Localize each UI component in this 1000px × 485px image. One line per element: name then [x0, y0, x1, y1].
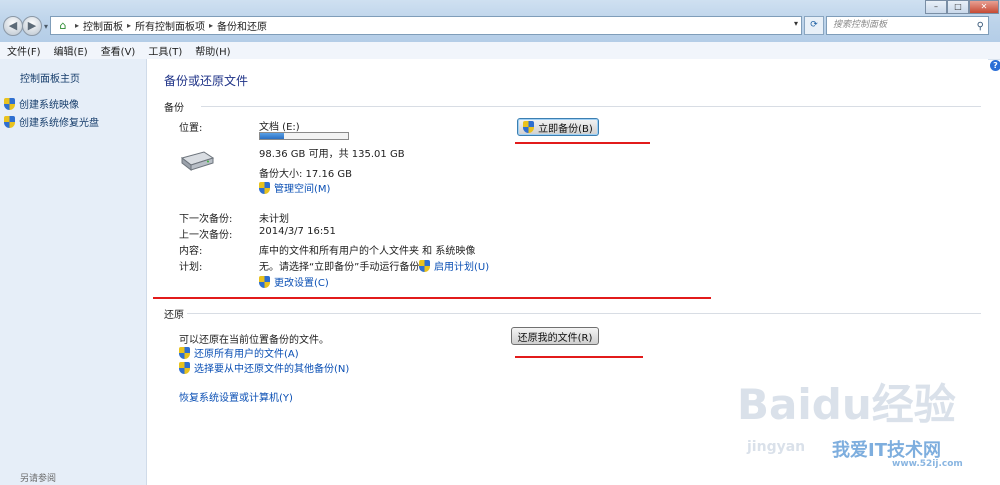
section-divider [201, 106, 981, 107]
chevron-right-icon[interactable]: ▸ [127, 21, 131, 30]
next-backup-value: 未计划 [259, 214, 289, 225]
disk-usage-fill [260, 133, 284, 139]
select-other-backup-label: 选择要从中还原文件的其他备份(N) [194, 364, 350, 375]
uac-shield-icon [179, 346, 190, 359]
restore-section-heading: 还原 [164, 310, 184, 321]
restore-description: 可以还原在当前位置备份的文件。 [179, 335, 329, 346]
baidu-watermark: Baidu经验 [737, 380, 956, 429]
uac-shield-icon [4, 115, 15, 128]
recent-pages-dropdown[interactable]: ▾ [44, 22, 48, 31]
enable-schedule-link[interactable]: 启用计划(U) [419, 258, 489, 273]
control-panel-icon: ⌂ [59, 18, 67, 32]
main-content: ? 备份或还原文件 备份 位置: 文档 (E:) 98.36 GB 可用，共 1… [147, 59, 1000, 485]
page-title: 备份或还原文件 [164, 74, 249, 88]
red-annotation-underline [515, 356, 643, 358]
location-label: 位置: [179, 123, 203, 134]
manage-space-link[interactable]: 管理空间(M) [259, 180, 330, 195]
close-button[interactable]: ✕ [969, 0, 999, 14]
see-also-heading: 另请参阅 [20, 474, 57, 484]
recover-system-link[interactable]: 恢复系统设置或计算机(Y) [179, 389, 293, 404]
search-input[interactable]: 搜索控制面板 ⚲ [826, 16, 989, 35]
domain-watermark: www.52ij.com [892, 459, 963, 469]
restore-all-users-link[interactable]: 还原所有用户的文件(A) [179, 345, 299, 360]
jingyan-watermark: jingyan [747, 439, 806, 455]
backup-section-heading: 备份 [164, 103, 184, 114]
uac-shield-icon [419, 259, 430, 272]
next-backup-label: 下一次备份: [179, 214, 233, 225]
breadcrumb-all-items[interactable]: 所有控制面板项 [135, 18, 205, 33]
chevron-right-icon[interactable]: ▸ [209, 21, 213, 30]
location-value: 文档 (E:) [259, 122, 300, 133]
menu-edit[interactable]: 编辑(E) [54, 43, 88, 58]
menu-tools[interactable]: 工具(T) [148, 43, 182, 58]
menu-file[interactable]: 文件(F) [7, 43, 41, 58]
red-annotation-underline [153, 297, 711, 299]
disk-usage-bar [259, 132, 349, 140]
section-divider [187, 313, 981, 314]
maximize-button[interactable]: □ [947, 0, 969, 14]
free-space-text: 98.36 GB 可用，共 135.01 GB [259, 149, 405, 160]
chevron-right-icon[interactable]: ▸ [75, 21, 79, 30]
contents-value: 库中的文件和所有用户的个人文件夹 和 系统映像 [259, 246, 476, 257]
back-button[interactable]: ◀ [3, 16, 23, 36]
sidebar: 控制面板主页 创建系统映像 创建系统修复光盘 另请参阅 [0, 59, 147, 485]
backup-now-button[interactable]: 立即备份(B) [517, 118, 599, 136]
menu-bar: 文件(F) 编辑(E) 查看(V) 工具(T) 帮助(H) [0, 42, 1000, 60]
sidebar-item-control-panel-home[interactable]: 控制面板主页 [20, 70, 80, 85]
search-icon[interactable]: ⚲ [977, 18, 984, 35]
contents-label: 内容: [179, 246, 203, 257]
sidebar-item-label: 创建系统映像 [19, 100, 79, 111]
last-backup-label: 上一次备份: [179, 230, 233, 241]
red-annotation-underline [515, 142, 650, 144]
forward-button[interactable]: ▶ [22, 16, 42, 36]
change-settings-link[interactable]: 更改设置(C) [259, 274, 329, 289]
sidebar-item-create-repair-disc[interactable]: 创建系统修复光盘 [4, 114, 99, 129]
change-settings-label: 更改设置(C) [274, 278, 329, 289]
restore-my-files-button[interactable]: 还原我的文件(R) [511, 327, 599, 345]
restore-my-files-label: 还原我的文件(R) [517, 332, 593, 344]
select-other-backup-link[interactable]: 选择要从中还原文件的其他备份(N) [179, 360, 349, 375]
window-titlebar: – □ ✕ ◀ ▶ ▾ ⌂ ▸ 控制面板 ▸ 所有控制面板项 ▸ 备份和还原 ▾… [0, 0, 1000, 42]
uac-shield-icon [4, 97, 15, 110]
forward-arrow-icon: ▶ [27, 19, 37, 32]
menu-view[interactable]: 查看(V) [101, 43, 136, 58]
manage-space-label: 管理空间(M) [274, 184, 331, 195]
backup-size-text: 备份大小: 17.16 GB [259, 169, 352, 180]
refresh-button[interactable]: ⟳ [804, 16, 824, 35]
uac-shield-icon [523, 121, 535, 133]
sidebar-item-label: 创建系统修复光盘 [19, 118, 99, 129]
address-bar[interactable]: ⌂ ▸ 控制面板 ▸ 所有控制面板项 ▸ 备份和还原 ▾ [50, 16, 802, 35]
uac-shield-icon [259, 181, 270, 194]
schedule-value: 无。请选择“立即备份”手动运行备份。 [259, 262, 430, 273]
recover-system-label: 恢复系统设置或计算机(Y) [179, 393, 293, 404]
back-arrow-icon: ◀ [8, 19, 18, 32]
address-dropdown-icon[interactable]: ▾ [794, 19, 798, 28]
sidebar-item-create-system-image[interactable]: 创建系统映像 [4, 96, 79, 111]
hard-drive-icon [180, 151, 215, 171]
enable-schedule-label: 启用计划(U) [434, 262, 490, 273]
last-backup-value: 2014/3/7 16:51 [259, 226, 336, 237]
search-placeholder: 搜索控制面板 [833, 20, 888, 30]
uac-shield-icon [179, 361, 190, 374]
minimize-button[interactable]: – [925, 0, 947, 14]
menu-help[interactable]: 帮助(H) [195, 43, 230, 58]
breadcrumb-backup-restore[interactable]: 备份和还原 [217, 18, 267, 33]
refresh-icon: ⟳ [810, 20, 818, 30]
breadcrumb-control-panel[interactable]: 控制面板 [83, 18, 123, 33]
help-icon[interactable]: ? [990, 60, 1000, 71]
backup-now-label: 立即备份(B) [538, 123, 593, 135]
restore-all-users-label: 还原所有用户的文件(A) [194, 349, 299, 360]
uac-shield-icon [259, 275, 270, 288]
window-controls: – □ ✕ [925, 0, 999, 14]
schedule-label: 计划: [179, 262, 203, 273]
